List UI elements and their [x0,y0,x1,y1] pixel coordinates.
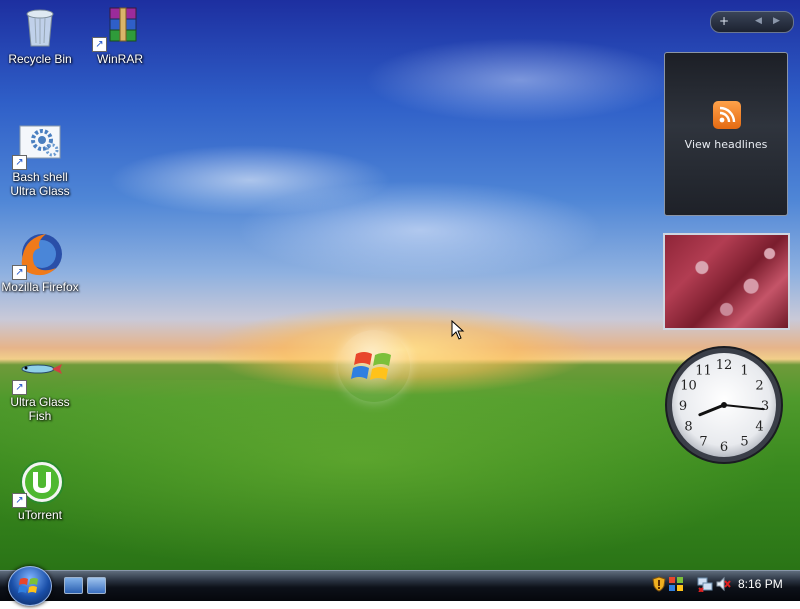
desktop-icon-ultra-glass-fish[interactable]: ↗ Ultra Glass Fish [0,345,80,423]
clock-numeral: 12 [716,358,733,373]
windows-flag-icon [351,352,391,380]
show-desktop-icon[interactable] [64,577,83,594]
desktop-icon-label: uTorrent [17,508,63,522]
add-gadget-button[interactable]: + [719,14,729,28]
start-button[interactable] [8,566,52,606]
volume-muted-icon[interactable] [715,576,731,592]
clock-numeral: 1 [740,363,748,378]
windows-logo-icon [18,578,38,593]
desktop-icon-winrar[interactable]: ↗ WinRAR [80,2,160,66]
utorrent-icon: ↗ [12,458,64,508]
security-shield-icon[interactable] [651,576,667,592]
desktop-icon-label: WinRAR [96,52,143,66]
clock-numeral: 7 [699,435,707,450]
desktop-icon-firefox[interactable]: ↗ Mozilla Firefox [0,230,80,294]
clock-numeral: 8 [684,420,692,435]
fish-icon: ↗ [12,345,64,395]
desktop-icon-label: Mozilla Firefox [1,280,79,294]
desktop-icon-label-line2: Ultra Glass [10,184,70,198]
desktop-icon-bash-shell[interactable]: ↗ Bash shell Ultra Glass [0,120,80,198]
clock-face-icon: 12 12 3 45678 9 1011 [665,346,783,464]
desktop-icon-label: Recycle Bin [8,52,72,66]
recycle-bin-icon [16,2,64,50]
windows-update-icon[interactable] [668,576,684,592]
clock-numeral: 5 [740,435,748,450]
clock-numeral: 9 [679,399,687,414]
clock-numeral: 3 [761,399,769,414]
shortcut-arrow-icon: ↗ [92,37,107,52]
clock-gadget[interactable]: 12 1 2 3 4 5 6 7 8 9 10 11 [662,345,790,467]
slideshow-gadget[interactable] [663,233,790,330]
gear-document-icon: ↗ [12,120,64,170]
desktop-icon-label-line1: Bash shell [12,170,68,184]
shortcut-arrow-icon: ↗ [12,155,27,170]
feed-headlines-gadget[interactable]: View headlines [664,52,788,216]
shortcut-arrow-icon: ↗ [12,493,27,508]
view-headlines-link[interactable]: View headlines [665,138,787,151]
next-page-button[interactable]: ▶ [773,16,780,26]
network-icon[interactable] [697,576,713,593]
wallpaper-windows-logo [338,330,410,402]
firefox-icon: ↗ [12,230,64,280]
mouse-cursor-icon [451,319,465,344]
clock-numeral: 11 [695,363,712,378]
previous-page-button[interactable]: ◀ [755,16,762,26]
sidebar-controls: + ◀ ▶ [710,11,794,33]
clock-numeral: 4 [755,420,763,435]
rss-icon [713,101,741,129]
clock-numeral: 10 [680,379,697,394]
switch-windows-icon[interactable] [87,577,106,594]
desktop-icon-utorrent[interactable]: ↗ uTorrent [0,458,80,522]
shortcut-arrow-icon: ↗ [12,265,27,280]
winrar-icon: ↗ [92,2,144,52]
desktop-icon-label-line2: Fish [28,409,52,423]
taskbar-clock[interactable]: 8:16 PM [738,577,783,591]
desktop-icon-recycle-bin[interactable]: Recycle Bin [0,2,80,66]
desktop-icon-label-line1: Ultra Glass [10,395,70,409]
shortcut-arrow-icon: ↗ [12,380,27,395]
clock-numeral: 6 [720,440,728,455]
clock-numeral: 2 [755,379,763,394]
